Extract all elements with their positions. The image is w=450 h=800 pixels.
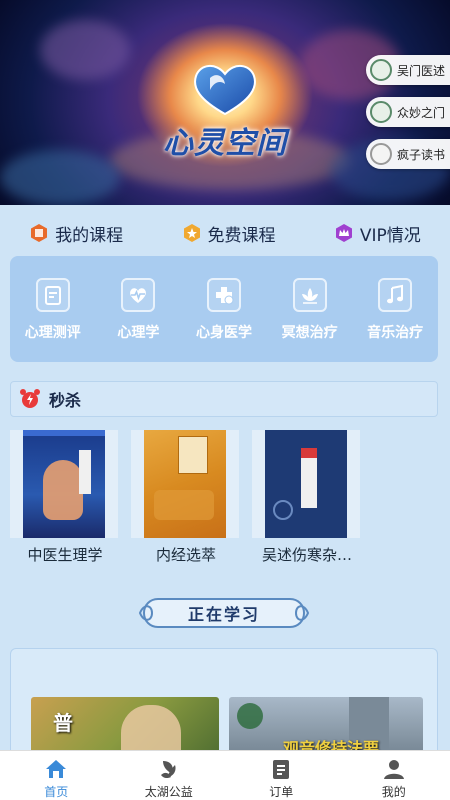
category-label: 心理测评: [24, 325, 81, 341]
book-title: 中医生理学: [27, 546, 103, 564]
alarm-clock-icon: [20, 389, 40, 408]
nav-taihu-charity[interactable]: 太湖公益: [124, 751, 214, 800]
book-cover: [144, 430, 226, 538]
fengzi-avatar: [370, 143, 392, 165]
nav-mine[interactable]: 我的: [349, 751, 439, 800]
book-card[interactable]: 内经选萃: [131, 430, 241, 570]
category-label: 冥想治疗: [281, 325, 338, 341]
book-cover: [23, 430, 105, 538]
nav-home[interactable]: 首页: [11, 751, 101, 800]
studying-title: 正在学习: [187, 605, 260, 624]
leaf-charity-icon: [160, 761, 176, 779]
nav-label: 太湖公益: [144, 785, 193, 799]
book-title: 吴述伤寒杂…: [261, 546, 352, 564]
tab-my-courses[interactable]: 我的课程: [29, 221, 123, 246]
nav-label: 首页: [44, 785, 69, 799]
home-icon: [46, 760, 67, 778]
category-meditation[interactable]: 冥想治疗: [268, 278, 352, 362]
side-button-zhongmiao[interactable]: 众妙之门: [366, 97, 450, 127]
app-logo-icon: [194, 65, 256, 116]
category-label: 心理学: [117, 325, 160, 341]
zhongmiao-avatar: [370, 101, 392, 123]
side-button-wumen[interactable]: 吴门医述: [366, 55, 450, 85]
flash-sale-list: 中医生理学 内经选萃 吴述伤寒杂…: [10, 430, 450, 570]
tab-vip-status[interactable]: VIP情况: [334, 221, 421, 246]
heartbeat-icon: [130, 288, 147, 303]
star-hexagon-icon: [183, 224, 200, 242]
tab-label: 免费课程: [207, 225, 276, 246]
category-label: 音乐治疗: [367, 325, 424, 341]
tab-free-courses[interactable]: 免费课程: [182, 221, 276, 246]
lotus-icon: [301, 288, 318, 304]
book-title: 内经选萃: [155, 546, 216, 564]
clipboard-icon: [44, 286, 61, 305]
side-button-label: 疯子读书: [397, 147, 446, 162]
side-button-fengzi[interactable]: 疯子读书: [366, 139, 450, 169]
bottom-navigation: 首页 太湖公益 订单 我的: [0, 750, 450, 800]
side-button-label: 众妙之门: [397, 105, 446, 120]
book-cover: [265, 430, 347, 538]
category-psychosomatic[interactable]: 心身医学: [182, 278, 266, 362]
studying-header: 正在学习: [138, 593, 310, 633]
nav-orders[interactable]: 订单: [236, 751, 326, 800]
tab-label: 我的课程: [55, 225, 124, 246]
wumen-avatar: [370, 59, 392, 81]
side-button-label: 吴门医述: [397, 63, 446, 78]
category-psych-assessment[interactable]: 心理测评: [11, 278, 95, 362]
category-label: 心身医学: [195, 325, 252, 341]
book-card[interactable]: 中医生理学: [10, 430, 120, 570]
nav-label: 订单: [269, 785, 294, 799]
brand-title: 心灵空间: [163, 126, 287, 161]
hexagon-course-icon: [31, 224, 48, 242]
flash-sale-header[interactable]: 秒杀: [10, 381, 438, 417]
book-card[interactable]: 吴述伤寒杂…: [252, 430, 362, 570]
order-list-icon: [273, 760, 290, 779]
nav-label: 我的: [381, 785, 406, 799]
tab-label: VIP情况: [359, 225, 421, 246]
thumbnail-text: 普: [53, 711, 73, 735]
crown-hexagon-icon: [335, 224, 352, 242]
user-icon: [383, 760, 404, 779]
medical-cross-icon: [215, 287, 234, 305]
flash-sale-label: 秒杀: [49, 391, 82, 410]
category-panel: 心理测评 心理学 心身医学 冥想治疗 音乐治疗: [10, 256, 438, 362]
category-psychology[interactable]: 心理学: [96, 278, 180, 362]
course-tabs: 我的课程 免费课程 VIP情况: [0, 213, 450, 253]
music-note-icon: [387, 284, 404, 304]
category-music-therapy[interactable]: 音乐治疗: [353, 278, 437, 362]
